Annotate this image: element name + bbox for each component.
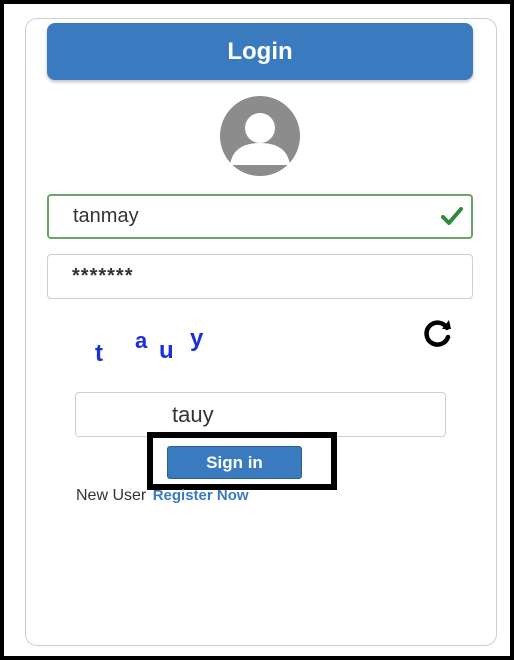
password-field[interactable]: ******* xyxy=(47,254,473,299)
captcha-char: t xyxy=(95,340,103,367)
password-value: ******* xyxy=(72,265,134,287)
captcha-image: t a u y xyxy=(95,322,225,367)
refresh-icon[interactable] xyxy=(420,316,454,350)
captcha-char: a xyxy=(135,328,148,353)
username-value: tanmay xyxy=(73,205,139,227)
login-header: Login xyxy=(47,23,473,80)
username-field[interactable]: tanmay xyxy=(47,194,473,239)
login-title: Login xyxy=(227,37,293,65)
register-now-link[interactable]: Register Now xyxy=(153,487,249,504)
captcha-char: u xyxy=(159,337,174,364)
check-icon xyxy=(441,207,463,225)
new-user-label: New User xyxy=(76,487,147,504)
new-user-row: New User Register Now xyxy=(76,487,249,505)
captcha-input-value: tauy xyxy=(172,401,214,427)
captcha-input[interactable]: tauy xyxy=(75,392,446,437)
captcha-char: y xyxy=(190,325,204,352)
sign-in-label: Sign in xyxy=(206,452,263,472)
avatar-icon xyxy=(220,96,300,176)
sign-in-button[interactable]: Sign in xyxy=(167,446,302,479)
